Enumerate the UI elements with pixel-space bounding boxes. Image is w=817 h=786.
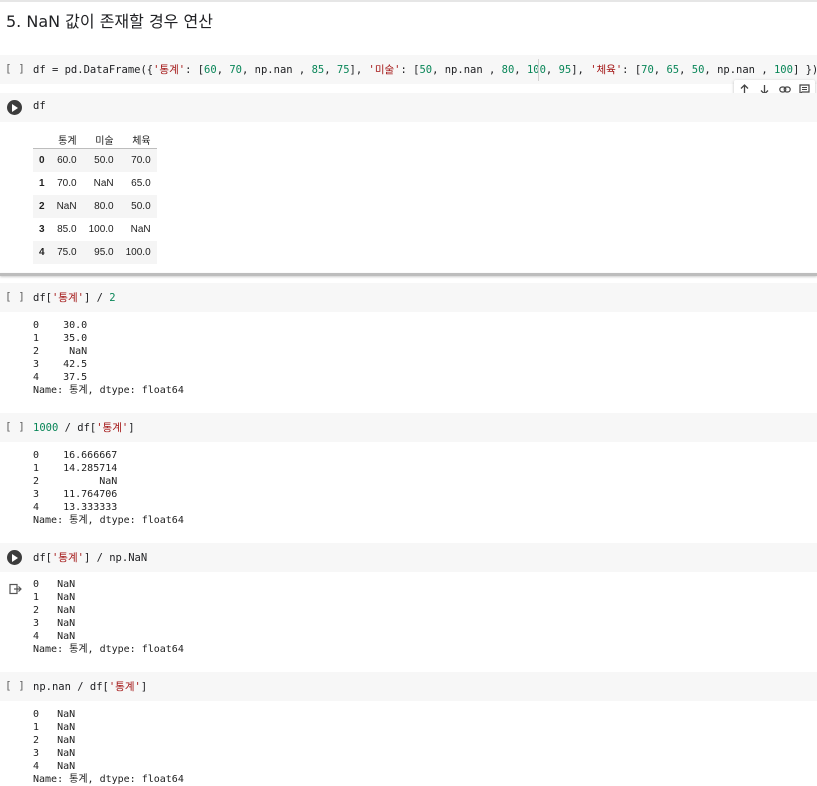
- table-cell: NaN: [130, 224, 151, 235]
- cell-output: 0 16.666667 1 14.285714 2 NaN 3 11.76470…: [33, 450, 184, 526]
- code-line[interactable]: df['통계'] / 2: [33, 290, 116, 305]
- table-cell: 80.0: [94, 201, 114, 212]
- run-placeholder[interactable]: [ ]: [5, 420, 25, 433]
- code-cell-5[interactable]: df['통계'] / np.NaN: [0, 543, 817, 572]
- cell-output: 0 30.0 1 35.0 2 NaN 3 42.5 4 37.5 Name: …: [33, 320, 184, 396]
- table-cell: 65.0: [131, 178, 151, 189]
- table-cell: 50.0: [94, 155, 114, 166]
- table-cell: 100.0: [125, 247, 151, 258]
- table-cell: 95.0: [94, 247, 114, 258]
- table-row: 2 NaN 80.0 50.0: [33, 195, 157, 218]
- table-row: 3 85.0 100.0 NaN: [33, 218, 157, 241]
- table-cell: NaN: [93, 178, 114, 189]
- table-cell: 50.0: [131, 201, 151, 212]
- table-row: 4 75.0 95.0 100.0: [33, 241, 157, 264]
- code-cell-3[interactable]: [ ] df['통계'] / 2: [0, 283, 817, 312]
- column-header: 체육: [119, 131, 157, 149]
- play-icon: [12, 103, 18, 112]
- run-button[interactable]: [7, 550, 22, 565]
- cell-output: 0 NaN 1 NaN 2 NaN 3 NaN 4 NaN Name: 통계, …: [33, 709, 184, 785]
- table-row: 1 70.0 NaN 65.0: [33, 172, 157, 195]
- row-index: 4: [39, 247, 45, 258]
- table-cell: NaN: [56, 201, 77, 212]
- run-placeholder[interactable]: [ ]: [5, 62, 25, 75]
- code-line[interactable]: df = pd.DataFrame({'통계': [60, 70, np.nan…: [33, 62, 817, 77]
- table-cell: 60.0: [57, 155, 77, 166]
- table-header-row: 통계 미술 체육: [33, 131, 157, 149]
- table-cell: 100.0: [88, 224, 114, 235]
- table-cell: 85.0: [57, 224, 77, 235]
- row-index: 3: [39, 224, 45, 235]
- code-cell-1[interactable]: [ ] df = pd.DataFrame({'통계': [60, 70, np…: [0, 55, 817, 84]
- code-cell-2[interactable]: df: [0, 93, 817, 122]
- row-index: 2: [39, 201, 45, 212]
- code-cell-4[interactable]: [ ] 1000 / df['통계']: [0, 413, 817, 442]
- column-header: [33, 131, 51, 149]
- table-cell: 70.0: [57, 178, 77, 189]
- table-cell: 70.0: [131, 155, 151, 166]
- code-cell-6[interactable]: [ ] np.nan / df['통계']: [0, 672, 817, 701]
- run-placeholder[interactable]: [ ]: [5, 679, 25, 692]
- table-row: 0 60.0 50.0 70.0: [33, 148, 157, 172]
- output-redirect-icon[interactable]: [9, 580, 22, 599]
- code-line[interactable]: df['통계'] / np.NaN: [33, 550, 147, 565]
- cell-divider: [0, 273, 817, 276]
- play-icon: [12, 553, 18, 562]
- table-cell: 75.0: [57, 247, 77, 258]
- code-line[interactable]: df: [33, 100, 46, 112]
- row-index: 0: [39, 155, 45, 166]
- cell-output: 0 NaN 1 NaN 2 NaN 3 NaN 4 NaN Name: 통계, …: [33, 579, 184, 655]
- section-heading: 5. NaN 값이 존재할 경우 연산: [6, 12, 213, 31]
- code-line[interactable]: 1000 / df['통계']: [33, 420, 135, 435]
- column-header: 통계: [50, 131, 83, 149]
- row-index: 1: [39, 178, 45, 189]
- dataframe-table: 통계 미술 체육 0 60.0 50.0 70.0 1 70.0 NaN 65.…: [33, 131, 157, 264]
- top-border: [0, 0, 817, 2]
- column-header: 미술: [82, 131, 120, 149]
- text-cursor: [538, 59, 539, 81]
- run-placeholder[interactable]: [ ]: [5, 290, 25, 303]
- code-line[interactable]: np.nan / df['통계']: [33, 679, 147, 694]
- run-button[interactable]: [7, 100, 22, 115]
